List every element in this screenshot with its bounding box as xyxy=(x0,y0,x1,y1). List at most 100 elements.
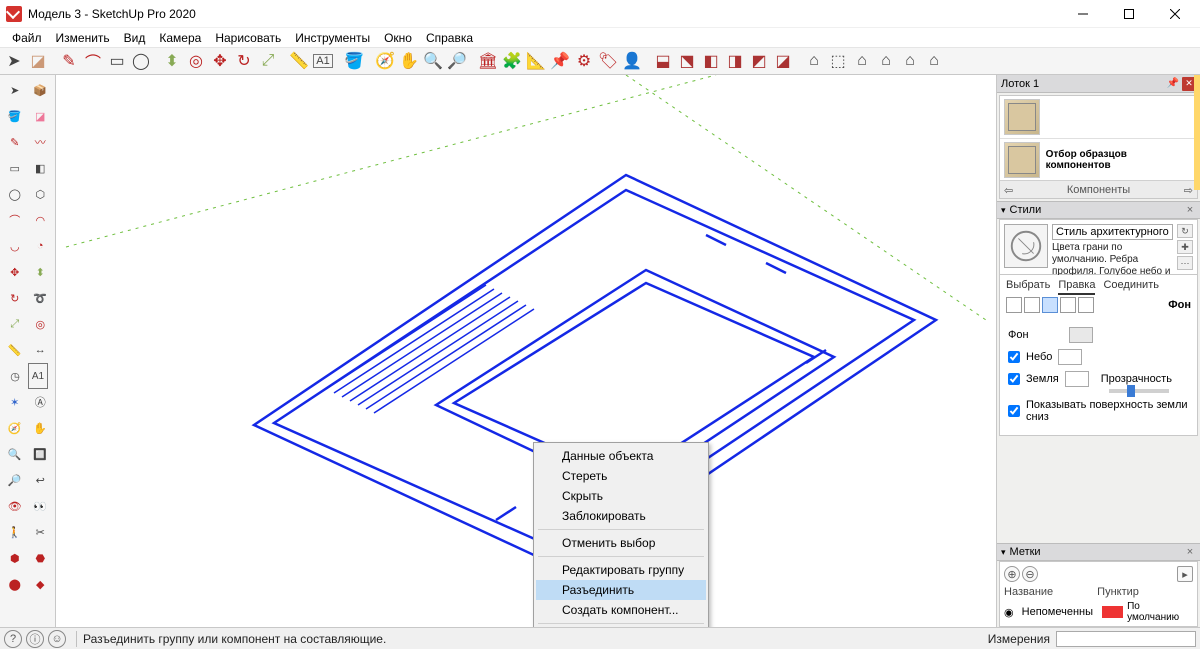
lt-pan[interactable]: ✋ xyxy=(28,415,54,441)
style-name-input[interactable] xyxy=(1052,224,1173,240)
lt-extra2[interactable]: ⬣ xyxy=(28,545,54,571)
view-top-icon[interactable]: ⬚ xyxy=(826,49,850,73)
collapse-icon[interactable]: ▾ xyxy=(1001,205,1006,216)
lt-zoom[interactable]: 🔍 xyxy=(2,441,28,467)
remove-tag-button[interactable]: ⊖ xyxy=(1022,566,1038,582)
view-back-icon[interactable]: ⌂ xyxy=(898,49,922,73)
col-name[interactable]: Название xyxy=(1004,586,1053,598)
lt-circle[interactable]: ◯ xyxy=(2,181,28,207)
add-tag-button[interactable]: ⊕ xyxy=(1004,566,1020,582)
lt-rotrect[interactable]: ◧ xyxy=(28,155,54,181)
styles-panel-title[interactable]: ▾ Стили × xyxy=(997,201,1200,219)
menu-view[interactable]: Вид xyxy=(118,30,152,46)
component-sampler-thumb[interactable] xyxy=(1004,142,1040,178)
cm-lock[interactable]: Заблокировать xyxy=(536,506,706,526)
measurements-input[interactable] xyxy=(1056,631,1196,647)
layout-icon[interactable]: 📐 xyxy=(524,49,548,73)
lt-eraser[interactable]: ◪ xyxy=(28,103,54,129)
ground-color-swatch[interactable] xyxy=(1065,371,1089,387)
tag-menu-button[interactable]: ▸ xyxy=(1177,566,1193,582)
edge-settings-icon[interactable] xyxy=(1006,297,1022,313)
help-icon[interactable]: ? xyxy=(4,630,22,648)
minimize-button[interactable] xyxy=(1060,0,1106,28)
lt-orbit[interactable]: 🧭 xyxy=(2,415,28,441)
rotate-tool[interactable]: ↻ xyxy=(232,49,256,73)
tab-mix[interactable]: Соединить xyxy=(1103,279,1159,295)
col-dash[interactable]: Пунктир xyxy=(1097,586,1139,598)
solid-tool-4[interactable]: ◨ xyxy=(723,49,747,73)
line-tool[interactable]: ✎ xyxy=(57,49,81,73)
background-settings-icon[interactable] xyxy=(1042,297,1058,313)
cm-edit-group[interactable]: Редактировать группу xyxy=(536,560,706,580)
cm-make-component[interactable]: Создать компонент... xyxy=(536,600,706,620)
ground-checkbox[interactable] xyxy=(1008,373,1020,385)
warehouse-icon[interactable]: 🏛 xyxy=(476,49,500,73)
gear-icon[interactable]: ⚙ xyxy=(572,49,596,73)
arc-tool[interactable]: ⌒ xyxy=(81,49,105,73)
view-right-icon[interactable]: ⌂ xyxy=(874,49,898,73)
tags-panel-title[interactable]: ▾ Метки × xyxy=(997,543,1200,561)
menu-window[interactable]: Окно xyxy=(378,30,418,46)
lt-rotate[interactable]: ↻ xyxy=(2,285,28,311)
text-tool[interactable]: A1 xyxy=(311,49,335,73)
solid-tool-3[interactable]: ◧ xyxy=(699,49,723,73)
lt-3parc[interactable]: ◡ xyxy=(2,233,28,259)
component-thumbnail[interactable] xyxy=(1004,99,1040,135)
lt-extra3[interactable]: ⬤ xyxy=(2,571,28,597)
lt-paint[interactable]: 🪣 xyxy=(2,103,28,129)
close-icon[interactable]: × xyxy=(1184,546,1196,558)
scale-tool[interactable]: ⤢ xyxy=(256,49,280,73)
sky-checkbox[interactable] xyxy=(1008,351,1020,363)
style-opts-button[interactable]: ⋯ xyxy=(1177,256,1193,270)
collapse-icon[interactable]: ▾ xyxy=(1001,547,1006,558)
style-thumbnail[interactable] xyxy=(1004,224,1048,268)
close-icon[interactable]: × xyxy=(1184,204,1196,216)
lt-zoomwin[interactable]: 🔲 xyxy=(28,441,54,467)
lt-rect[interactable]: ▭ xyxy=(2,155,28,181)
face-settings-icon[interactable] xyxy=(1024,297,1040,313)
lt-pushpull[interactable]: ⬍ xyxy=(28,259,54,285)
bg-color-swatch[interactable] xyxy=(1069,327,1093,343)
lt-pie[interactable]: ◔ xyxy=(28,233,54,259)
offset-tool[interactable]: ◎ xyxy=(184,49,208,73)
lt-scale[interactable]: ⤢ xyxy=(2,311,28,337)
move-tool[interactable]: ✥ xyxy=(208,49,232,73)
cm-explode[interactable]: Разъединить xyxy=(536,580,706,600)
transparency-slider[interactable] xyxy=(1109,389,1169,393)
solid-tool-1[interactable]: ⬓ xyxy=(651,49,675,73)
menu-draw[interactable]: Нарисовать xyxy=(209,30,287,46)
view-front-icon[interactable]: ⌂ xyxy=(850,49,874,73)
lt-axes[interactable]: ✶ xyxy=(2,389,28,415)
lt-component[interactable]: 📦 xyxy=(28,77,54,103)
tag-icon[interactable]: 🏷 xyxy=(596,49,620,73)
zoom-extents-tool[interactable]: 🔎 xyxy=(445,49,469,73)
pan-tool[interactable]: ✋ xyxy=(397,49,421,73)
lt-offset[interactable]: ◎ xyxy=(28,311,54,337)
rectangle-tool[interactable]: ▭ xyxy=(105,49,129,73)
lt-zoomext[interactable]: 🔎 xyxy=(2,467,28,493)
lt-freehand[interactable]: 〰 xyxy=(28,129,54,155)
lt-look[interactable]: 👀 xyxy=(28,493,54,519)
lt-text[interactable]: A1 xyxy=(28,363,48,389)
tag-color-swatch[interactable] xyxy=(1102,606,1123,618)
extension-icon[interactable]: 🧩 xyxy=(500,49,524,73)
solid-tool-5[interactable]: ◩ xyxy=(747,49,771,73)
circle-tool[interactable]: ◯ xyxy=(129,49,153,73)
watermark-settings-icon[interactable] xyxy=(1060,297,1076,313)
credits-icon[interactable]: ☺ xyxy=(48,630,66,648)
components-footer[interactable]: ⇦ Компоненты ⇨ xyxy=(1000,180,1197,198)
lt-extra1[interactable]: ⬢ xyxy=(2,545,28,571)
lt-prev[interactable]: ↩ xyxy=(28,467,54,493)
style-update-button[interactable]: ↻ xyxy=(1177,224,1193,238)
select-tool[interactable]: ➤ xyxy=(2,49,26,73)
sky-color-swatch[interactable] xyxy=(1058,349,1082,365)
lt-arc[interactable]: ⌒ xyxy=(2,207,28,233)
eraser-tool[interactable]: ◪ xyxy=(26,49,50,73)
lt-extra4[interactable]: ◆ xyxy=(28,571,54,597)
chevron-right-icon[interactable]: ⇨ xyxy=(1184,184,1193,197)
pin-icon[interactable]: 📌 xyxy=(1166,77,1180,91)
menu-file[interactable]: Файл xyxy=(6,30,48,46)
modeling-settings-icon[interactable] xyxy=(1078,297,1094,313)
menu-camera[interactable]: Камера xyxy=(153,30,207,46)
show-ground-checkbox[interactable] xyxy=(1008,405,1020,417)
